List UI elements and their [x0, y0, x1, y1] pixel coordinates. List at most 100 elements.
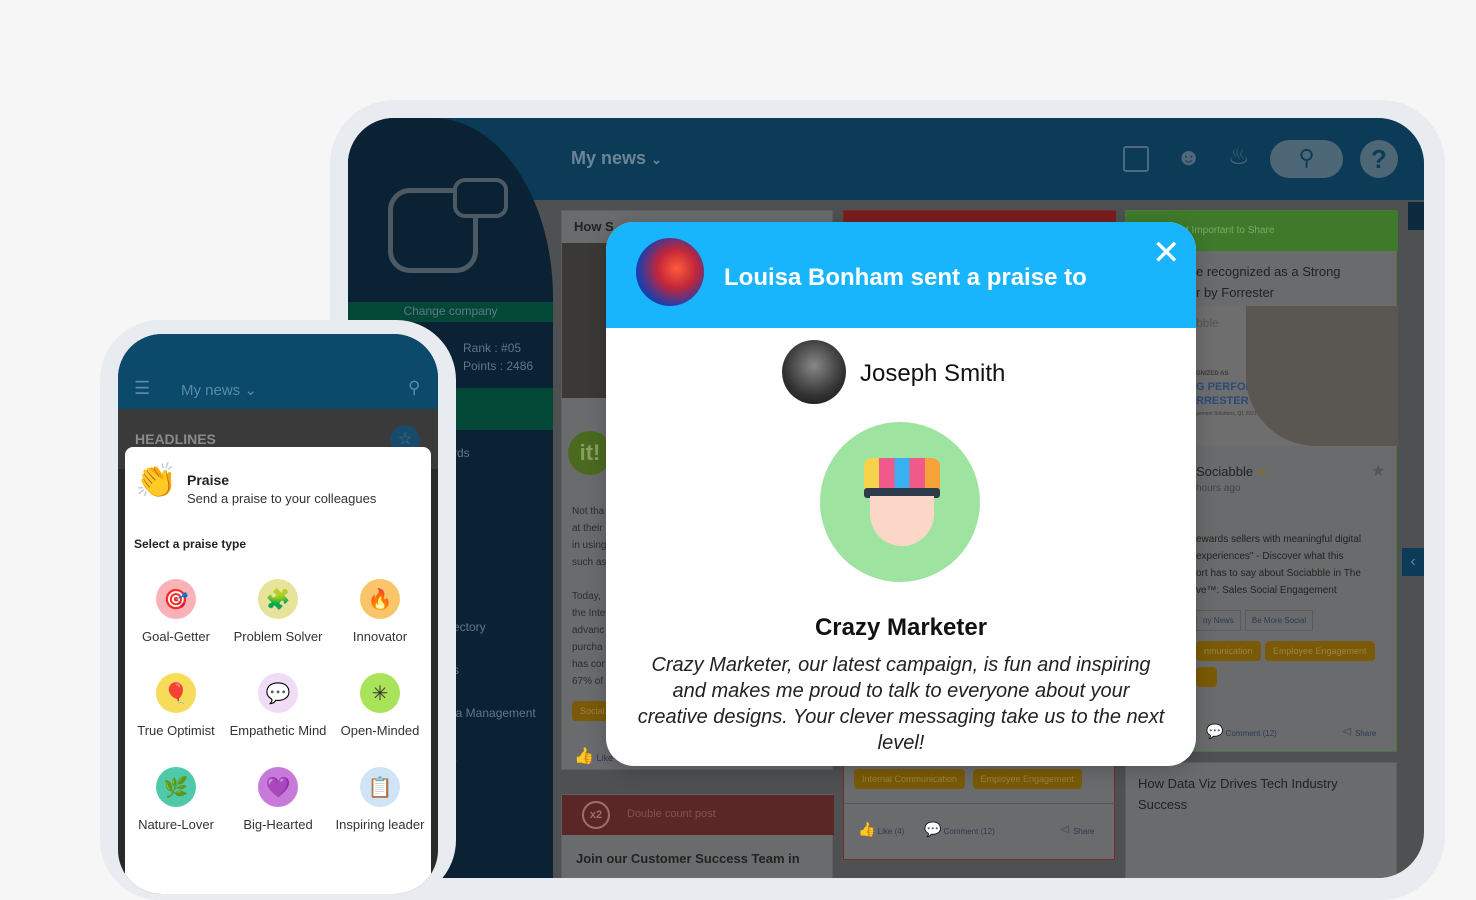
praise-sheet: 👏 Praise Send a praise to your colleague…: [125, 447, 431, 894]
header-title: My news: [571, 148, 647, 168]
bell-icon[interactable]: ♨: [1228, 142, 1250, 171]
double-count-label: Double count post: [627, 808, 716, 820]
leaf-icon: 🌿: [156, 767, 196, 807]
clapping-hands-icon: 👏: [135, 462, 178, 500]
praise-type-label: Open-Minded: [340, 723, 420, 738]
flame-pencil-icon: 🔥: [360, 579, 400, 619]
balloon-icon: 🎈: [156, 673, 196, 713]
double-count-card[interactable]: x2 Double count post Join our Customer S…: [561, 794, 834, 878]
change-company-button[interactable]: Change company: [348, 302, 553, 322]
praise-type-option[interactable]: ✳ Open-Minded: [329, 673, 431, 738]
target-icon: 🎯: [156, 579, 196, 619]
search-icon: ⚲: [1298, 145, 1315, 170]
praise-type-label: True Optimist: [137, 723, 215, 738]
praise-type-option[interactable]: 🎈 True Optimist: [125, 673, 227, 738]
share-icon: ⊲: [1341, 723, 1353, 739]
card-body: Not tha at their in using such as Today, the…: [572, 506, 607, 687]
search-icon[interactable]: ⚲: [408, 378, 420, 398]
board-icon: 📋: [360, 767, 400, 807]
tag[interactable]: Employee Engagement: [972, 769, 1083, 789]
praise-title: Praise: [187, 472, 230, 488]
card-body: ewards sellers with meaningful digital e…: [1196, 534, 1362, 596]
sender-avatar: [636, 238, 704, 306]
close-icon[interactable]: ✕: [1152, 236, 1181, 270]
channel-chip[interactable]: Be More Social: [1244, 610, 1314, 631]
thumbs-up-icon: 👍: [574, 748, 594, 765]
tag-list: nmunication Employee Engagement: [1196, 641, 1375, 661]
my-news-dropdown[interactable]: My news ⌄: [181, 381, 257, 399]
sidebar-item[interactable]: ectory: [453, 620, 486, 634]
points-value: Points : 2486: [463, 359, 534, 373]
card-title: Join our Customer Success Team in: [576, 851, 800, 866]
logo-bubble: [453, 178, 508, 218]
praise-subtitle: Send a praise to your colleagues: [187, 491, 377, 506]
verified-icon: ✔: [1256, 464, 1268, 479]
post-time: hours ago: [1196, 483, 1241, 494]
chevron-down-icon: ⌄: [244, 382, 257, 399]
phone-screen: ☰ My news ⌄ ⚲ HEADLINES ☆ 👏 Praise Send …: [118, 334, 438, 894]
praise-type-label: Goal-Getter: [142, 629, 210, 644]
praise-message: Crazy Marketer, our latest campaign, is …: [637, 654, 1165, 754]
share-button[interactable]: ⊲ Share: [1341, 723, 1376, 740]
modal-title: Louisa Bonham sent a praise to: [724, 264, 1087, 291]
praise-type-label: Big-Hearted: [243, 817, 313, 832]
tag[interactable]: nmunication: [1196, 641, 1261, 661]
comment-button[interactable]: 💬 Comment (12): [1206, 723, 1277, 740]
search-button[interactable]: ⚲: [1270, 140, 1343, 178]
phone-header: ☰ My news ⌄ ⚲: [118, 334, 438, 409]
author-name: Sociabble ✔: [1196, 464, 1268, 479]
praise-type-label: Empathetic Mind: [229, 723, 327, 738]
badge-name: Crazy Marketer: [814, 614, 988, 641]
select-praise-label: Select a praise type: [134, 537, 247, 551]
recipient-avatar: [782, 340, 846, 404]
comment-icon: 💬: [924, 821, 942, 837]
tag[interactable]: Employee Engagement: [1264, 641, 1375, 661]
filter-icon[interactable]: [1408, 202, 1424, 230]
sidebar-item[interactable]: ia Management: [453, 706, 536, 720]
news-list-icon[interactable]: [1123, 146, 1149, 172]
heart-icon: 💜: [258, 767, 298, 807]
praise-type-option[interactable]: 🎯 Goal-Getter: [125, 579, 227, 644]
like-button[interactable]: 👍 Like: [574, 746, 613, 766]
praise-type-option[interactable]: 💜 Big-Hearted: [227, 767, 329, 832]
my-news-dropdown[interactable]: My news ⌄: [571, 148, 662, 169]
praise-type-label: Problem Solver: [233, 629, 323, 644]
share-button[interactable]: ⊲ Share: [1059, 821, 1094, 838]
double-count-badge: x2: [582, 801, 610, 829]
praise-type-option[interactable]: 🌿 Nature-Lover: [125, 767, 227, 832]
change-company-label: Change company: [403, 304, 498, 318]
news-card[interactable]: How Data Viz Drives Tech Industry Succes…: [1125, 762, 1397, 878]
comment-icon: 💬: [1206, 723, 1224, 739]
users-icon[interactable]: ☻: [1176, 144, 1201, 172]
modal-header: Louisa Bonham sent a praise to ✕: [606, 222, 1196, 328]
praise-type-option[interactable]: 🔥 Innovator: [329, 579, 431, 644]
tag-list: Internal Communication Employee Engageme…: [854, 769, 1083, 789]
praise-type-label: Inspiring leader: [335, 817, 425, 832]
praise-modal: Louisa Bonham sent a praise to ✕ Joseph …: [606, 222, 1196, 766]
channel-chip[interactable]: ny News: [1196, 610, 1241, 631]
chevron-down-icon: ⌄: [651, 152, 662, 167]
heart-bubble-icon: 💬: [258, 673, 298, 713]
channel-list: ny News Be More Social: [1196, 610, 1314, 631]
recipient-name: Joseph Smith: [860, 360, 1006, 387]
praise-type-option[interactable]: 💬 Empathetic Mind: [227, 673, 329, 738]
comment-button[interactable]: 💬 Comment (12): [924, 821, 995, 838]
tag[interactable]: Internal Communication: [854, 769, 966, 789]
tag[interactable]: g: [1196, 667, 1218, 687]
praise-type-option[interactable]: 🧩 Problem Solver: [227, 579, 329, 644]
thumbs-up-icon: 👍: [858, 821, 876, 837]
card-title: How Data Viz Drives Tech Industry Succes…: [1138, 776, 1338, 812]
praise-type-label: Nature-Lover: [138, 817, 214, 832]
puzzle-icon: 🧩: [258, 579, 298, 619]
divider: [844, 803, 1116, 804]
collapse-chevron-icon[interactable]: ‹: [1402, 548, 1424, 576]
help-icon[interactable]: ?: [1360, 140, 1398, 178]
sparkle-icon: ✳: [360, 673, 400, 713]
crazy-marketer-badge-icon: [820, 422, 980, 582]
like-button[interactable]: 👍 Like (4): [858, 821, 904, 838]
phone-photo: [1246, 306, 1398, 446]
share-icon: ⊲: [1059, 821, 1071, 837]
hamburger-menu-icon[interactable]: ☰: [134, 378, 150, 399]
star-icon[interactable]: ★: [1371, 461, 1385, 481]
praise-type-option[interactable]: 📋 Inspiring leader: [329, 767, 431, 832]
